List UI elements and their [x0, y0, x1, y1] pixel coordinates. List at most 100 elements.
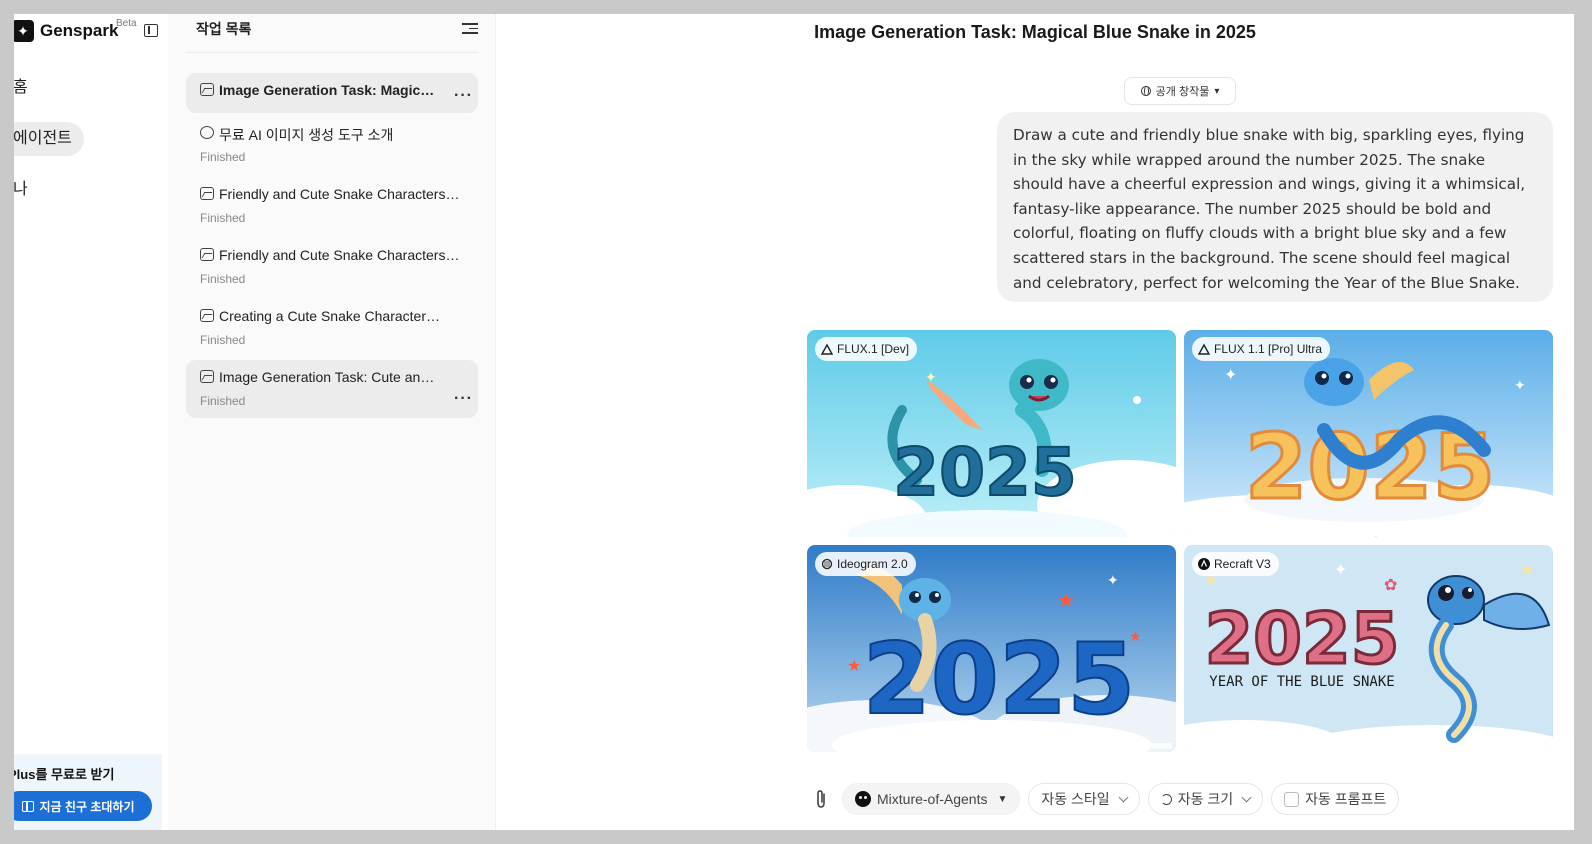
- paperclip-icon[interactable]: [812, 788, 830, 810]
- chevron-down-icon: [1241, 792, 1252, 802]
- svg-text:★: ★: [1129, 628, 1142, 644]
- model-name: FLUX 1.1 [Pro] Ultra: [1214, 342, 1323, 356]
- generated-image-card[interactable]: 2025 ★ ★ ★ ✦ Ideogram 2.0: [807, 545, 1176, 752]
- watermark: [1529, 528, 1549, 534]
- gift-icon: [21, 800, 34, 812]
- blue-snake-2025-image: 2025 YEAR OF THE BLUE SNAKE ✿ ✦ ★ ★: [1184, 545, 1553, 752]
- model-badge: Recraft V3: [1192, 552, 1279, 576]
- recraft-icon: [1198, 558, 1210, 570]
- model-name: FLUX.1 [Dev]: [837, 342, 910, 356]
- blue-snake-2025-image: 2025 ✦: [807, 330, 1176, 537]
- genspark-logo-icon: ✦: [14, 20, 34, 42]
- svg-text:✦: ✦: [1514, 377, 1526, 393]
- task-list-panel: 작업 목록 Image Generation Task: Magical Blu…: [168, 14, 496, 830]
- brand[interactable]: ✦ Genspark: [14, 20, 118, 42]
- svg-text:✦: ✦: [1107, 572, 1119, 588]
- task-item-active[interactable]: Image Generation Task: Magical Blue Snak…: [186, 73, 478, 113]
- chat-task-icon: [200, 126, 214, 139]
- image-task-icon: [200, 370, 214, 383]
- task-status: Finished: [200, 333, 246, 347]
- nav-item-me[interactable]: 나: [14, 173, 28, 207]
- task-title: Friendly and Cute Snake Characters for 2…: [219, 186, 461, 202]
- task-item[interactable]: Creating a Cute Snake Character Illustra…: [186, 299, 478, 357]
- task-item[interactable]: 무료 AI 이미지 생성 도구 소개 Finished: [186, 116, 478, 174]
- watermark: [1152, 528, 1172, 534]
- blue-snake-2025-image: 2025 ✦ ✦: [1184, 330, 1553, 537]
- svg-text:✦: ✦: [925, 369, 937, 385]
- task-title: Creating a Cute Snake Character Illustra…: [219, 308, 441, 324]
- model-selector-label: Mixture-of-Agents: [877, 791, 988, 807]
- image-task-icon: [200, 248, 214, 261]
- task-list-title: 작업 목록: [196, 21, 252, 37]
- svg-text:★: ★: [847, 658, 861, 675]
- svg-text:✦: ✦: [1334, 562, 1347, 579]
- task-item[interactable]: Friendly and Cute Snake Characters for 2…: [186, 177, 478, 235]
- globe-icon: [1140, 86, 1151, 96]
- more-options-icon[interactable]: ···: [454, 391, 473, 407]
- flux-icon: [1198, 343, 1210, 355]
- ideogram-icon: [821, 558, 833, 570]
- plus-promo: Plus를 무료로 받기 지금 친구 초대하기: [14, 754, 162, 830]
- image-task-icon: [200, 309, 214, 322]
- promo-title: Plus를 무료로 받기: [14, 767, 115, 782]
- invite-button-label: 지금 친구 초대하기: [39, 799, 135, 814]
- generated-image-card[interactable]: 2025 YEAR OF THE BLUE SNAKE ✿ ✦ ★ ★ Recr…: [1184, 545, 1553, 752]
- caret-down-icon: ▾: [1214, 85, 1220, 97]
- blue-snake-2025-image: 2025 ★ ★ ★ ✦: [807, 545, 1176, 752]
- model-badge: FLUX.1 [Dev]: [815, 337, 918, 361]
- auto-prompt-checkbox[interactable]: [1284, 791, 1300, 807]
- svg-text:✿: ✿: [1384, 577, 1397, 594]
- model-name: Ideogram 2.0: [837, 557, 908, 571]
- svg-text:2025: 2025: [893, 434, 1077, 511]
- task-status: Finished: [200, 150, 246, 164]
- user-prompt-bubble: Draw a cute and friendly blue snake with…: [997, 112, 1553, 302]
- invite-friends-button[interactable]: 지금 친구 초대하기: [14, 791, 152, 821]
- aspect-ratio-icon: [1160, 793, 1172, 805]
- svg-text:★: ★: [1057, 590, 1075, 612]
- svg-text:★: ★: [1520, 562, 1534, 579]
- model-selector[interactable]: Mixture-of-Agents ▼: [842, 783, 1021, 815]
- task-status: Finished: [200, 394, 246, 408]
- size-dropdown[interactable]: 자동 크기: [1147, 783, 1264, 815]
- beta-badge: Beta: [116, 18, 137, 29]
- divider: [186, 52, 478, 53]
- image-task-icon: [200, 83, 214, 96]
- sidebar-toggle-icon[interactable]: [144, 24, 158, 37]
- nav-item-agents[interactable]: 에이전트: [14, 122, 84, 156]
- chevron-down-icon: [1118, 792, 1129, 802]
- visibility-dropdown[interactable]: 공개 창작물 ▾: [1124, 77, 1236, 105]
- auto-prompt-toggle[interactable]: 자동 프롬프트: [1271, 783, 1400, 815]
- generated-image-card[interactable]: 2025 ✦ ✦ FLUX 1.1 [Pro] Ultra: [1184, 330, 1553, 537]
- model-badge: FLUX 1.1 [Pro] Ultra: [1192, 337, 1331, 361]
- task-status: Finished: [200, 211, 246, 225]
- task-title: Friendly and Cute Snake Characters for 2…: [219, 247, 461, 263]
- generation-toolbar: Mixture-of-Agents ▼ 자동 스타일 자동 크기 자동 프롬프트: [812, 782, 1400, 816]
- auto-prompt-label: 자동 프롬프트: [1305, 791, 1387, 807]
- page-title: Image Generation Task: Magical Blue Snak…: [814, 22, 1256, 42]
- watermark: [1152, 743, 1172, 749]
- svg-text:✦: ✦: [1224, 367, 1237, 384]
- task-item[interactable]: Friendly and Cute Snake Characters for 2…: [186, 238, 478, 296]
- svg-text:2025: 2025: [1205, 598, 1400, 680]
- style-label: 자동 스타일: [1041, 791, 1110, 807]
- brand-name: Genspark: [40, 21, 119, 40]
- task-item-hover[interactable]: Image Generation Task: Cute and Friendly…: [186, 360, 478, 418]
- nav-item-home[interactable]: 홈: [14, 71, 28, 105]
- generated-image-card[interactable]: 2025 ✦ FLUX.1 [Dev]: [807, 330, 1176, 537]
- task-title: Image Generation Task: Cute and Friendly…: [219, 369, 441, 385]
- more-options-icon[interactable]: ···: [454, 88, 473, 104]
- visibility-label: 공개 창작물: [1155, 86, 1210, 98]
- image-task-icon: [200, 187, 214, 200]
- primary-nav: ✦ Genspark Beta 홈 에이전트 나 Plus를 무료로 받기 지금…: [14, 14, 168, 830]
- main-content: Image Generation Task: Magical Blue Snak…: [496, 14, 1574, 830]
- task-title: 무료 AI 이미지 생성 도구 소개: [219, 127, 394, 143]
- svg-text:2025: 2025: [863, 623, 1136, 737]
- mixture-of-agents-icon: [855, 791, 871, 807]
- style-dropdown[interactable]: 자동 스타일: [1028, 783, 1140, 815]
- task-status: Finished: [200, 272, 246, 286]
- watermark: [1529, 743, 1549, 749]
- task-title: Image Generation Task: Magical Blue Snak…: [219, 82, 441, 98]
- app-window: ✦ Genspark Beta 홈 에이전트 나 Plus를 무료로 받기 지금…: [14, 14, 1574, 830]
- model-badge: Ideogram 2.0: [815, 552, 916, 576]
- svg-text:YEAR OF THE BLUE SNAKE: YEAR OF THE BLUE SNAKE: [1209, 674, 1394, 690]
